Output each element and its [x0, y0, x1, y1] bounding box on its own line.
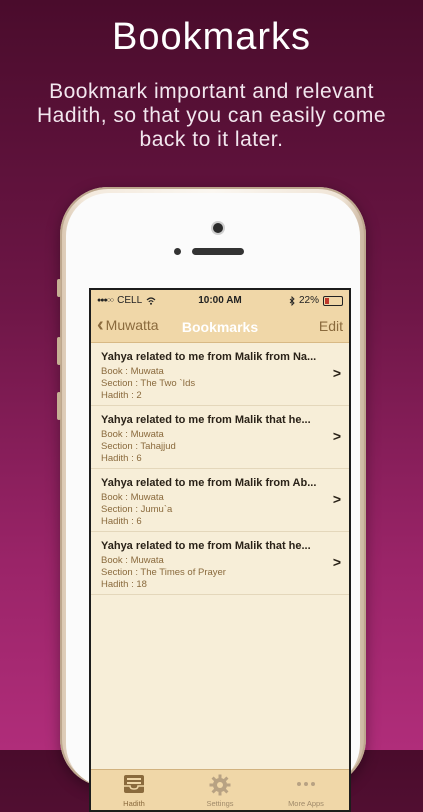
gear-icon	[209, 774, 231, 796]
table-row[interactable]: Yahya related to me from Malik that he..…	[91, 532, 349, 595]
status-bar: ●●●○○ CELL 10:00 AM 22%	[91, 293, 349, 309]
bookmark-book: Book : Muwata	[101, 429, 164, 440]
mute-switch	[57, 279, 61, 297]
front-camera-icon	[213, 223, 223, 233]
bookmark-section: Section : Tahajjud	[101, 441, 176, 452]
promo-title: Bookmarks	[111, 16, 312, 58]
bookmark-title: Yahya related to me from Malik that he..…	[101, 414, 311, 426]
sensor-icon	[174, 248, 181, 255]
bookmark-book: Book : Muwata	[101, 366, 164, 377]
bookmark-section: Section : The Two `Ids	[101, 378, 196, 389]
table-row[interactable]: Yahya related to me from Malik from Na..…	[91, 343, 349, 406]
bookmark-title: Yahya related to me from Malik from Ab..…	[101, 477, 317, 489]
earpiece-speaker	[192, 248, 244, 255]
bookmark-hadith: Hadith : 18	[101, 579, 147, 590]
navigation-bar: ‹ Muwatta Bookmarks Edit	[91, 312, 349, 340]
tab-settings[interactable]: Settings	[177, 770, 263, 810]
bookmark-section: Section : Jumu`a	[101, 504, 173, 515]
bookmark-title: Yahya related to me from Malik from Na..…	[101, 351, 317, 363]
bookmark-hadith: Hadith : 6	[101, 516, 142, 527]
bookmark-book: Book : Muwata	[101, 555, 164, 566]
tab-bar: Hadith Settings More Apps	[91, 769, 349, 810]
bookmark-hadith: Hadith : 6	[101, 453, 142, 464]
bookmark-hadith: Hadith : 2	[101, 390, 142, 401]
tab-hadith-label: Hadith	[123, 799, 145, 808]
inbox-tray-icon	[124, 775, 144, 793]
top-bar: ●●●○○ CELL 10:00 AM 22% ‹ Muwatta Bookma…	[91, 290, 349, 343]
edit-button[interactable]: Edit	[319, 318, 343, 334]
chevron-right-icon: >	[332, 491, 341, 507]
chevron-right-icon: >	[332, 428, 341, 444]
tab-more-apps-label: More Apps	[288, 799, 324, 808]
battery-fill	[325, 297, 329, 304]
bookmark-section: Section : The Times of Prayer	[101, 567, 226, 578]
bookmark-list: Yahya related to me from Malik from Na..…	[91, 343, 349, 595]
tab-more-apps[interactable]: More Apps	[263, 770, 349, 810]
table-row[interactable]: Yahya related to me from Malik from Ab..…	[91, 469, 349, 532]
battery-percent: 22%	[298, 295, 319, 306]
volume-up-button	[57, 337, 61, 365]
chevron-right-icon: >	[332, 365, 341, 381]
phone-frame: ●●●○○ CELL 10:00 AM 22% ‹ Muwatta Bookma…	[57, 187, 366, 812]
battery-icon	[323, 295, 343, 306]
tab-hadith[interactable]: Hadith	[91, 770, 177, 810]
bookmark-book: Book : Muwata	[101, 492, 164, 503]
phone-face: ●●●○○ CELL 10:00 AM 22% ‹ Muwatta Bookma…	[66, 193, 360, 812]
table-row[interactable]: Yahya related to me from Malik that he..…	[91, 406, 349, 469]
app-screen: ●●●○○ CELL 10:00 AM 22% ‹ Muwatta Bookma…	[89, 288, 351, 812]
chevron-right-icon: >	[332, 554, 341, 570]
volume-down-button	[57, 392, 61, 420]
nav-title: Bookmarks	[181, 319, 259, 335]
bluetooth-icon	[289, 295, 295, 306]
promo-subtitle: Bookmark important and relevant Hadith, …	[36, 80, 386, 151]
more-dots-icon	[297, 782, 315, 786]
bookmark-title: Yahya related to me from Malik that he..…	[101, 540, 311, 552]
tab-settings-label: Settings	[206, 799, 234, 808]
